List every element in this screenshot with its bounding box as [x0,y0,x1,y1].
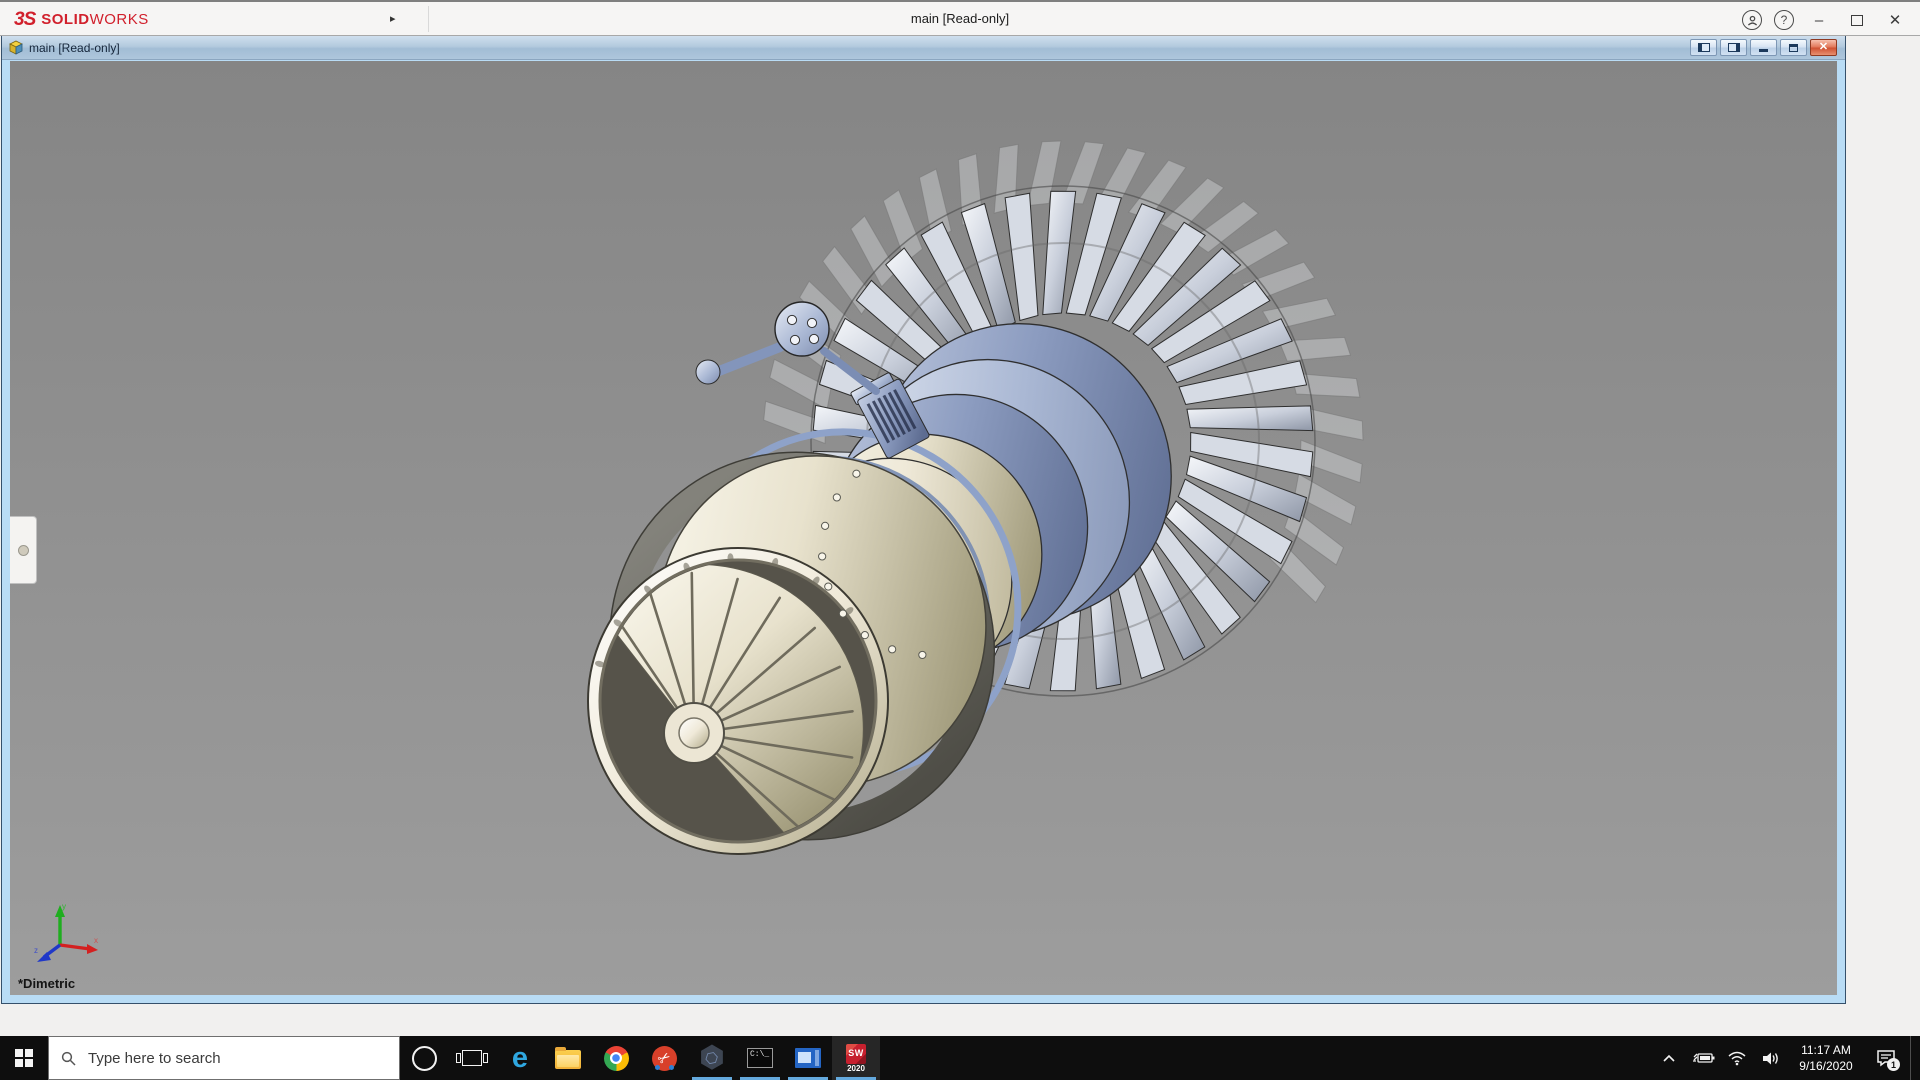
volume-icon[interactable] [1756,1036,1786,1080]
media-app-button[interactable] [784,1036,832,1080]
document-frame: y x z *Dimetric [2,60,1845,1003]
windows-logo-icon [15,1049,33,1067]
cortana-button[interactable] [400,1036,448,1080]
cortana-icon [412,1046,437,1071]
app-titlebar: 3S SOLIDWORKS ▸ main [Read-only] ? – ✕ [0,0,1920,36]
solidworks-2020-icon: SW 2020 [846,1044,866,1073]
doc-restore-button[interactable] [1780,39,1807,56]
chrome-icon [604,1046,629,1071]
triad-z-label: z [34,946,38,955]
solidworks-taskbar-button[interactable]: SW 2020 [832,1036,880,1080]
help-icon[interactable]: ? [1774,10,1794,30]
edge-button[interactable]: e [496,1036,544,1080]
tray-date: 9/16/2020 [1790,1058,1862,1074]
file-explorer-button[interactable] [544,1036,592,1080]
command-prompt-icon: C:\_ [747,1048,773,1068]
app-minimize-button[interactable]: – [1806,9,1832,31]
screen-capture-button[interactable]: ✂ [640,1036,688,1080]
app-close-button[interactable]: ✕ [1882,9,1908,31]
triad-x-label: x [94,936,98,945]
folder-icon [555,1050,581,1069]
scissors-icon: ✂ [652,1046,677,1071]
triad-y-label: y [62,902,66,911]
task-view-icon [462,1050,482,1066]
system-tray: 11:17 AM 9/16/2020 1 [1654,1036,1920,1080]
tray-time: 11:17 AM [1790,1042,1862,1058]
search-input[interactable] [86,1049,370,1068]
edge-icon: e [512,1044,528,1073]
windows-taskbar: e ✂ ⬢⬡ C:\_ SW 2020 [0,1036,1920,1080]
doc-close-button[interactable]: ✕ [1810,39,1837,56]
hidden-icons-chevron[interactable] [1654,1036,1684,1080]
battery-icon[interactable] [1688,1036,1718,1080]
document-window: main [Read-only] ✕ y x z *Dimet [1,36,1846,1004]
media-app-icon [795,1048,821,1068]
doc-minimize-button[interactable] [1750,39,1777,56]
show-desktop-button[interactable] [1910,1036,1916,1080]
document-title: main [Read-only] [29,41,120,55]
command-prompt-button[interactable]: C:\_ [736,1036,784,1080]
search-icon [61,1051,76,1066]
document-titlebar[interactable]: main [Read-only] ✕ [2,36,1845,60]
jet-engine-model[interactable] [10,61,1837,995]
view-orientation-label: *Dimetric [18,976,75,991]
notification-badge: 1 [1887,1058,1900,1071]
graphics-viewport[interactable]: y x z *Dimetric [10,61,1837,995]
display-pane-right-button[interactable] [1720,39,1747,56]
taskbar-clock[interactable]: 11:17 AM 9/16/2020 [1790,1042,1862,1074]
panel-expand-handle-icon [18,545,29,556]
orientation-triad-icon: y x z [32,901,104,967]
app-restore-button[interactable] [1844,9,1870,31]
task-view-button[interactable] [448,1036,496,1080]
hexagon-app-icon: ⬢⬡ [698,1044,726,1072]
display-pane-left-button[interactable] [1690,39,1717,56]
app-window-title: main [Read-only] [0,11,1920,26]
account-icon[interactable] [1742,10,1762,30]
assembly-cube-icon [8,40,24,55]
taskbar-search[interactable] [48,1036,400,1080]
action-center-button[interactable]: 1 [1866,1036,1906,1080]
chrome-button[interactable] [592,1036,640,1080]
hexagon-app-button[interactable]: ⬢⬡ [688,1036,736,1080]
featuremanager-collapsed-tab[interactable] [10,516,37,584]
wifi-icon[interactable] [1722,1036,1752,1080]
start-button[interactable] [0,1036,48,1080]
